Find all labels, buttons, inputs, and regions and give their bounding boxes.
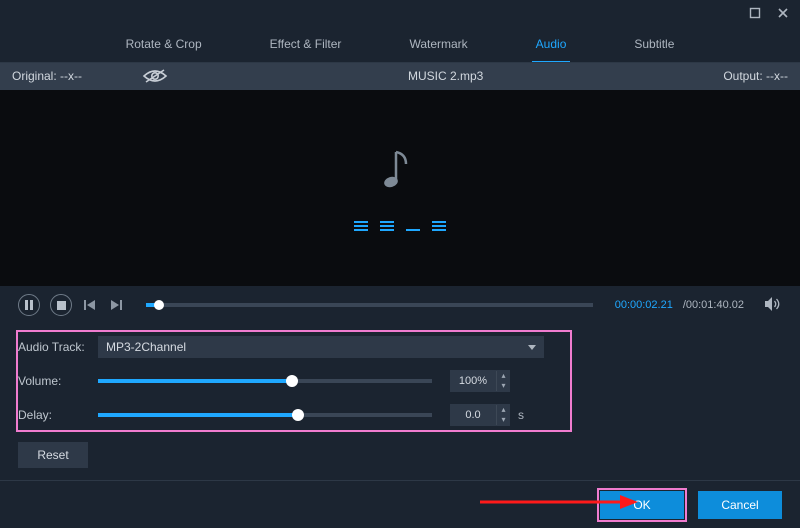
stepper-down-icon[interactable]: ▾ [496,415,510,425]
stepper-up-icon[interactable]: ▴ [496,405,510,415]
original-size-label: Original: --x-- [12,69,82,83]
output-size-label: Output: --x-- [723,69,788,83]
cancel-button[interactable]: Cancel [698,491,782,519]
prev-button[interactable] [82,294,98,316]
preview-toggle-icon[interactable] [142,68,168,87]
preview-area [0,90,800,286]
tab-effect-filter[interactable]: Effect & Filter [266,27,346,61]
tab-bar: Rotate & Crop Effect & Filter Watermark … [0,26,800,62]
close-button[interactable] [776,6,790,20]
delay-slider[interactable] [98,413,432,417]
ok-button[interactable]: OK [600,491,684,519]
stop-button[interactable] [50,294,72,316]
delay-label: Delay: [18,408,98,422]
maximize-button[interactable] [748,6,762,20]
duration: /00:01:40.02 [683,299,744,311]
stepper-up-icon[interactable]: ▴ [496,371,510,381]
transport-bar: 00:00:02.21 /00:01:40.02 [0,286,800,324]
volume-value[interactable] [450,375,496,387]
audio-track-value: MP3-2Channel [106,340,186,354]
tab-watermark[interactable]: Watermark [405,27,471,61]
delay-unit: s [518,408,524,422]
filename-label: MUSIC 2.mp3 [408,69,483,83]
audio-track-label: Audio Track: [18,340,98,354]
volume-icon[interactable] [764,296,782,315]
volume-label: Volume: [18,374,98,388]
tab-subtitle[interactable]: Subtitle [630,27,678,61]
current-time: 00:00:02.21 [615,299,673,311]
tab-rotate-crop[interactable]: Rotate & Crop [122,27,206,61]
footer-bar: OK Cancel [0,480,800,528]
volume-slider[interactable] [98,379,432,383]
delay-value[interactable] [450,409,496,421]
delay-input[interactable]: ▴▾ [450,404,510,426]
reset-button[interactable]: Reset [18,442,88,468]
equalizer-icon [354,217,446,231]
stepper-down-icon[interactable]: ▾ [496,381,510,391]
pause-button[interactable] [18,294,40,316]
music-note-icon [382,146,418,195]
info-bar: Original: --x-- MUSIC 2.mp3 Output: --x-… [0,62,800,90]
tab-audio[interactable]: Audio [532,27,571,61]
next-button[interactable] [108,294,124,316]
audio-track-select[interactable]: MP3-2Channel [98,336,544,358]
volume-input[interactable]: ▴▾ [450,370,510,392]
chevron-down-icon [528,345,536,350]
seek-slider[interactable] [146,303,593,307]
